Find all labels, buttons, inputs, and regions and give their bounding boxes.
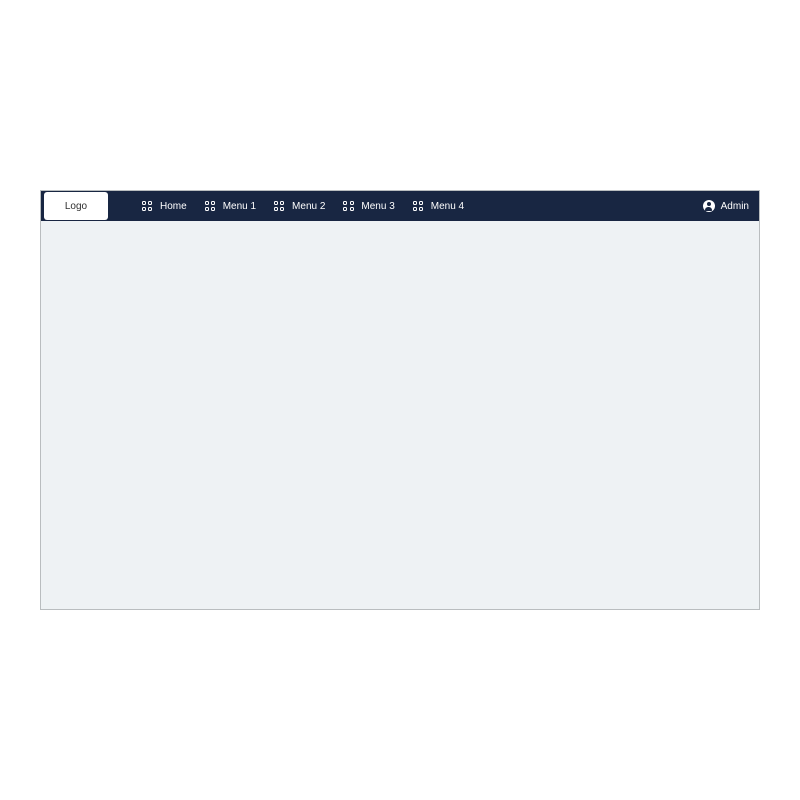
navbar: Logo Home Menu 1 — [41, 191, 759, 221]
nav-item-menu-3[interactable]: Menu 3 — [343, 201, 394, 212]
nav-item-label: Menu 3 — [361, 201, 394, 212]
nav-item-menu-2[interactable]: Menu 2 — [274, 201, 325, 212]
nav-item-label: Menu 4 — [431, 201, 464, 212]
grid-icon — [205, 201, 216, 212]
user-label: Admin — [721, 201, 749, 212]
grid-icon — [274, 201, 285, 212]
content-area — [41, 221, 759, 609]
user-menu[interactable]: Admin — [703, 200, 749, 212]
app-window: Logo Home Menu 1 — [40, 190, 760, 610]
grid-icon — [343, 201, 354, 212]
nav-item-label: Menu 1 — [223, 201, 256, 212]
nav-item-label: Home — [160, 201, 187, 212]
grid-icon — [413, 201, 424, 212]
nav-item-menu-1[interactable]: Menu 1 — [205, 201, 256, 212]
nav-item-label: Menu 2 — [292, 201, 325, 212]
grid-icon — [142, 201, 153, 212]
nav-menu: Home Menu 1 Menu 2 — [142, 201, 464, 212]
user-circle-icon — [703, 200, 715, 212]
logo[interactable]: Logo — [44, 192, 108, 220]
stage: Logo Home Menu 1 — [0, 0, 800, 800]
logo-label: Logo — [65, 201, 87, 212]
nav-item-home[interactable]: Home — [142, 201, 187, 212]
nav-item-menu-4[interactable]: Menu 4 — [413, 201, 464, 212]
